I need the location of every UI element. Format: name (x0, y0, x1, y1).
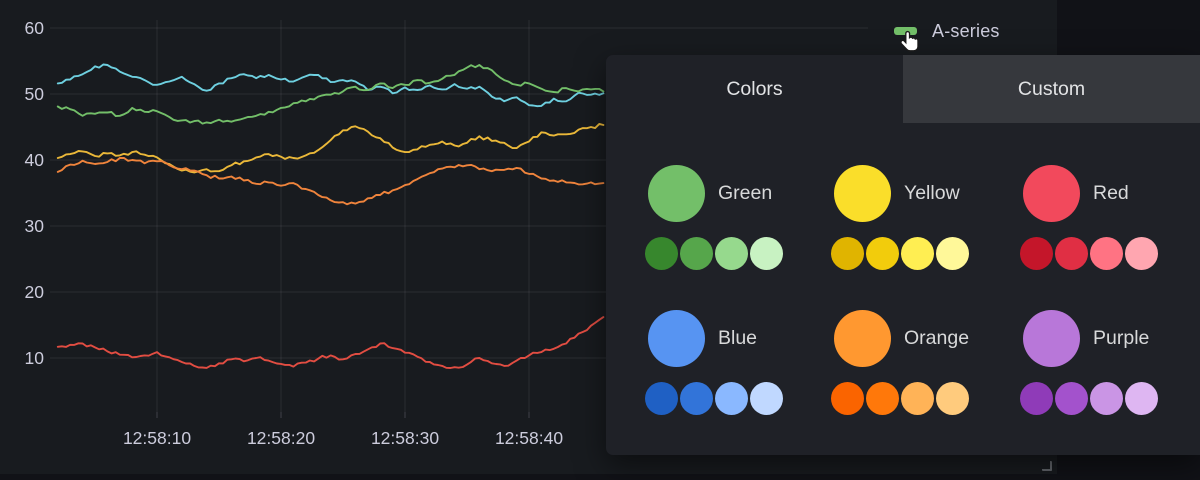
color-name-label: Red (1093, 165, 1129, 222)
color-shades-row (645, 237, 783, 270)
series-line-yellow (58, 124, 604, 173)
legend-item-a-series[interactable]: A-series (894, 18, 1000, 44)
palette-group-yellow: Yellow (834, 165, 1020, 295)
y-axis-label-50: 50 (2, 84, 44, 104)
x-axis-label-12:58:30: 12:58:30 (355, 428, 455, 448)
panel-resize-handle-icon[interactable] (1042, 461, 1053, 472)
y-axis-label-40: 40 (2, 150, 44, 170)
color-shades-row (1020, 382, 1158, 415)
y-axis-label-30: 30 (2, 216, 44, 236)
color-name-label: Orange (904, 310, 969, 367)
x-axis-label-12:58:10: 12:58:10 (107, 428, 207, 448)
y-axis-label-60: 60 (2, 18, 44, 38)
color-shade-green-2[interactable] (680, 237, 713, 270)
series-line-red (58, 317, 604, 368)
color-shade-orange-2[interactable] (866, 382, 899, 415)
color-shade-orange-1[interactable] (831, 382, 864, 415)
y-axis-label-10: 10 (2, 348, 44, 368)
color-primary-purple[interactable] (1023, 310, 1080, 367)
series-color-swatch-icon[interactable] (894, 27, 917, 35)
color-shades-row (831, 382, 969, 415)
color-shade-purple-3[interactable] (1090, 382, 1123, 415)
palette-group-red: Red (1023, 165, 1200, 295)
color-name-label: Blue (718, 310, 757, 367)
color-shade-yellow-1[interactable] (831, 237, 864, 270)
color-shade-orange-3[interactable] (901, 382, 934, 415)
color-shade-red-2[interactable] (1055, 237, 1088, 270)
dashboard-page: 10 20 30 40 50 60 12:58:10 12:58:20 12:58:30 12:… (0, 0, 1200, 480)
palette-group-green: Green (648, 165, 834, 295)
color-shade-green-1[interactable] (645, 237, 678, 270)
color-shade-purple-2[interactable] (1055, 382, 1088, 415)
y-axis-label-20: 20 (2, 282, 44, 302)
color-shades-row (1020, 237, 1158, 270)
color-primary-blue[interactable] (648, 310, 705, 367)
x-axis-label-12:58:20: 12:58:20 (231, 428, 331, 448)
tab-colors[interactable]: Colors (606, 55, 903, 123)
color-shade-blue-3[interactable] (715, 382, 748, 415)
color-primary-orange[interactable] (834, 310, 891, 367)
color-shades-row (645, 382, 783, 415)
color-shade-purple-4[interactable] (1125, 382, 1158, 415)
palette-group-blue: Blue (648, 310, 834, 440)
x-axis-label-12:58:40: 12:58:40 (479, 428, 579, 448)
color-shade-red-4[interactable] (1125, 237, 1158, 270)
color-shade-yellow-4[interactable] (936, 237, 969, 270)
color-shade-yellow-3[interactable] (901, 237, 934, 270)
color-shade-yellow-2[interactable] (866, 237, 899, 270)
color-shade-red-3[interactable] (1090, 237, 1123, 270)
legend-series-label[interactable]: A-series (932, 21, 1000, 42)
tab-custom[interactable]: Custom (903, 55, 1200, 123)
color-shade-green-4[interactable] (750, 237, 783, 270)
color-name-label: Yellow (904, 165, 960, 222)
color-name-label: Green (718, 165, 772, 222)
color-name-label: Purple (1093, 310, 1149, 367)
color-shade-blue-1[interactable] (645, 382, 678, 415)
color-shade-green-3[interactable] (715, 237, 748, 270)
color-shade-blue-4[interactable] (750, 382, 783, 415)
color-primary-yellow[interactable] (834, 165, 891, 222)
color-palette-grid: Green Yellow Red Blue Orange Purple (606, 123, 1200, 455)
color-primary-green[interactable] (648, 165, 705, 222)
palette-group-orange: Orange (834, 310, 1020, 440)
color-shades-row (831, 237, 969, 270)
color-picker-tabs: ColorsCustom (606, 55, 1200, 123)
color-shade-orange-4[interactable] (936, 382, 969, 415)
color-shade-red-1[interactable] (1020, 237, 1053, 270)
color-shade-blue-2[interactable] (680, 382, 713, 415)
color-shade-purple-1[interactable] (1020, 382, 1053, 415)
color-primary-red[interactable] (1023, 165, 1080, 222)
series-line-orange (58, 158, 604, 204)
color-picker-popover: ColorsCustom Green Yellow Red Blue Orange Pur… (606, 55, 1200, 455)
palette-group-purple: Purple (1023, 310, 1200, 440)
